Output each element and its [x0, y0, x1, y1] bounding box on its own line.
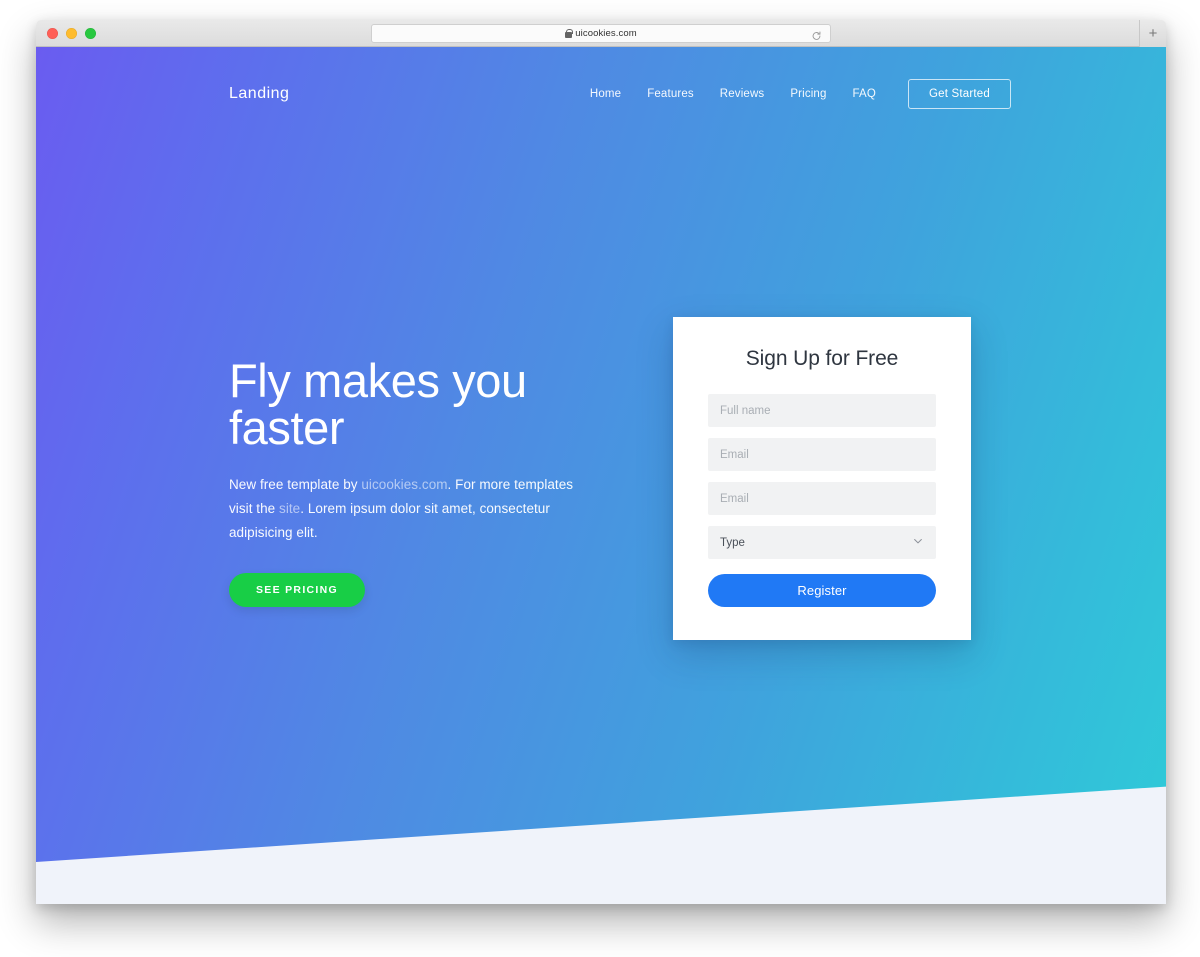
brand-logo[interactable]: Landing — [229, 85, 289, 103]
browser-titlebar: uicookies.com + — [36, 20, 1166, 47]
close-window-button[interactable] — [47, 28, 58, 39]
nav-item-features[interactable]: Features — [647, 88, 694, 100]
address-bar[interactable]: uicookies.com — [371, 24, 831, 43]
hero-gradient-background — [36, 47, 1166, 863]
minimize-window-button[interactable] — [66, 28, 77, 39]
nav-item-faq[interactable]: FAQ — [853, 88, 876, 100]
hero-text-part-1: New free template by — [229, 477, 362, 492]
email-confirm-input[interactable] — [708, 482, 936, 515]
url-text: uicookies.com — [575, 28, 637, 39]
hero-link-uicookies[interactable]: uicookies.com — [361, 477, 447, 492]
see-pricing-button[interactable]: SEE PRICING — [229, 572, 365, 607]
hero-link-site[interactable]: site — [279, 501, 300, 516]
window-controls — [47, 20, 96, 47]
signup-card-title: Sign Up for Free — [745, 347, 899, 370]
address-bar-content: uicookies.com — [565, 28, 637, 39]
reload-icon[interactable] — [811, 28, 822, 40]
hero-paragraph: New free template by uicookies.com. For … — [229, 473, 589, 545]
nav-links: Home Features Reviews Pricing FAQ Get St… — [590, 79, 1011, 109]
hero-title: Fly makes you faster — [229, 354, 527, 454]
get-started-button[interactable]: Get Started — [907, 79, 1011, 109]
maximize-window-button[interactable] — [85, 28, 96, 39]
site-navigation: Landing Home Features Reviews Pricing FA… — [36, 73, 1166, 115]
hero-section: Fly makes you faster New free template b… — [229, 357, 589, 607]
type-select[interactable]: Type — [708, 526, 936, 559]
email-input[interactable] — [708, 438, 936, 471]
new-tab-button[interactable]: + — [1139, 20, 1166, 47]
nav-item-pricing[interactable]: Pricing — [790, 88, 826, 100]
register-button[interactable]: Register — [708, 574, 936, 607]
signup-card: Sign Up for Free Type Register — [673, 317, 971, 640]
nav-item-reviews[interactable]: Reviews — [720, 88, 765, 100]
lock-icon — [565, 28, 574, 38]
type-select-wrapper: Type — [708, 526, 936, 559]
page-viewport: Landing Home Features Reviews Pricing FA… — [36, 47, 1166, 904]
browser-window: uicookies.com + Landing Home Features Re… — [36, 20, 1166, 904]
nav-item-home[interactable]: Home — [590, 88, 621, 100]
full-name-input[interactable] — [708, 394, 936, 427]
